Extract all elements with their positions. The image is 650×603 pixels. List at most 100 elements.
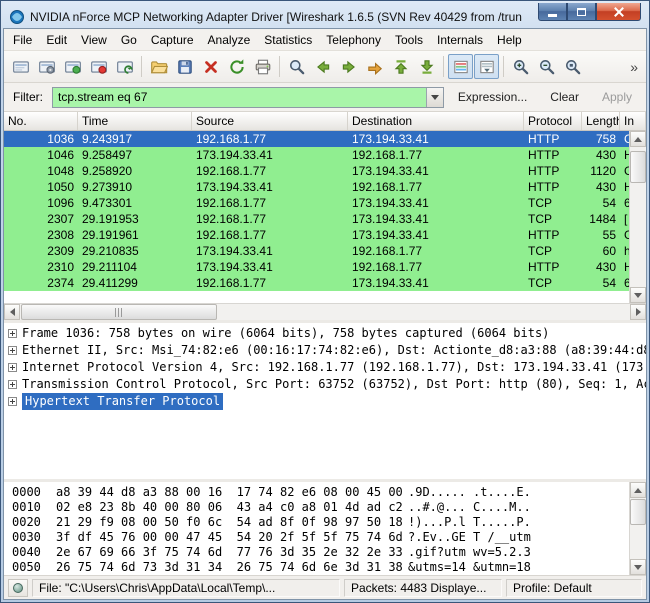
packet-length: 430 — [582, 147, 620, 163]
detail-row-ethernet[interactable]: Ethernet II, Src: Msi_74:82:e6 (00:16:17… — [4, 342, 646, 359]
maximize-icon — [577, 8, 586, 16]
zoom-in-icon — [512, 58, 530, 76]
print-button[interactable] — [250, 54, 275, 79]
menu-telephony[interactable]: Telephony — [319, 30, 388, 50]
menu-tools[interactable]: Tools — [388, 30, 430, 50]
menu-help[interactable]: Help — [490, 30, 529, 50]
zoom-out-button[interactable] — [534, 54, 559, 79]
detail-text: Transmission Control Protocol, Src Port:… — [22, 376, 646, 393]
wireshark-window: NVIDIA nForce MCP Networking Adapter Dri… — [0, 0, 650, 603]
filter-input[interactable] — [53, 88, 426, 107]
save-file-button[interactable] — [172, 54, 197, 79]
status-profile[interactable]: Profile: Default — [506, 579, 642, 597]
app-frame: File Edit View Go Capture Analyze Statis… — [3, 28, 647, 600]
packet-row[interactable]: 1050 9.273910 173.194.33.41 192.168.1.77… — [4, 179, 646, 195]
detail-row-http[interactable]: Hypertext Transfer Protocol — [4, 393, 646, 410]
packet-row[interactable]: 1048 9.258920 192.168.1.77 173.194.33.41… — [4, 163, 646, 179]
zoom-normal-button[interactable] — [560, 54, 585, 79]
clear-button[interactable]: Clear — [541, 87, 588, 107]
column-header-length[interactable]: Length — [582, 112, 620, 130]
column-header-source[interactable]: Source — [192, 112, 348, 130]
menu-view[interactable]: View — [74, 30, 114, 50]
column-header-no[interactable]: No. — [4, 112, 78, 130]
column-header-protocol[interactable]: Protocol — [524, 112, 582, 130]
vscroll-thumb[interactable] — [630, 151, 646, 183]
expression-button[interactable]: Expression... — [449, 87, 536, 107]
hex-bytes: a8 39 44 d8 a3 88 00 16 17 74 82 e6 08 0… — [56, 485, 408, 500]
autoscroll-toggle-button[interactable] — [474, 54, 499, 79]
packet-time: 9.473301 — [78, 195, 192, 211]
go-to-packet-button[interactable] — [362, 54, 387, 79]
hscroll-thumb[interactable] — [21, 304, 217, 320]
detail-row-ip[interactable]: Internet Protocol Version 4, Src: 192.16… — [4, 359, 646, 376]
capture-stop-button[interactable] — [86, 54, 111, 79]
packet-row[interactable]: 2374 29.411299 192.168.1.77 173.194.33.4… — [4, 275, 646, 291]
apply-button[interactable]: Apply — [593, 87, 641, 107]
scroll-up-button[interactable] — [630, 131, 646, 147]
find-packet-button[interactable] — [284, 54, 309, 79]
open-file-button[interactable] — [146, 54, 171, 79]
packet-row[interactable]: 2308 29.191961 192.168.1.77 173.194.33.4… — [4, 227, 646, 243]
expand-plus-icon[interactable] — [8, 346, 17, 355]
expand-plus-icon[interactable] — [8, 363, 17, 372]
filter-label-button[interactable]: Filter: — [9, 88, 47, 106]
menu-edit[interactable]: Edit — [39, 30, 74, 50]
packet-protocol: TCP — [524, 243, 582, 259]
go-to-top-button[interactable] — [388, 54, 413, 79]
menu-capture[interactable]: Capture — [144, 30, 201, 50]
packet-row[interactable]: 2310 29.211104 173.194.33.41 192.168.1.7… — [4, 259, 646, 275]
menu-statistics[interactable]: Statistics — [257, 30, 319, 50]
packet-length: 55 — [582, 227, 620, 243]
menu-go[interactable]: Go — [114, 30, 144, 50]
minimize-button[interactable] — [538, 3, 567, 21]
detail-text: Frame 1036: 758 bytes on wire (6064 bits… — [22, 325, 549, 342]
packet-row[interactable]: 1096 9.473301 192.168.1.77 173.194.33.41… — [4, 195, 646, 211]
column-header-time[interactable]: Time — [78, 112, 192, 130]
capture-start-button[interactable] — [60, 54, 85, 79]
hex-offset: 0000 — [12, 485, 56, 500]
column-header-destination[interactable]: Destination — [348, 112, 524, 130]
detail-text-selected: Hypertext Transfer Protocol — [22, 393, 223, 410]
expand-plus-icon[interactable] — [8, 380, 17, 389]
packet-row[interactable]: 1046 9.258497 173.194.33.41 192.168.1.77… — [4, 147, 646, 163]
menu-file[interactable]: File — [6, 30, 39, 50]
close-file-button[interactable] — [198, 54, 223, 79]
expand-plus-icon[interactable] — [8, 329, 17, 338]
scroll-left-button[interactable] — [4, 304, 20, 320]
go-to-bottom-button[interactable] — [414, 54, 439, 79]
packet-list-header: No. Time Source Destination Protocol Len… — [4, 112, 646, 131]
packet-row[interactable]: 2307 29.191953 192.168.1.77 173.194.33.4… — [4, 211, 646, 227]
expand-plus-icon[interactable] — [8, 397, 17, 406]
scroll-down-button[interactable] — [630, 559, 646, 575]
go-back-button[interactable] — [310, 54, 335, 79]
close-button[interactable] — [596, 3, 641, 21]
capture-options-button[interactable] — [34, 54, 59, 79]
toolbar-overflow-chevron[interactable]: » — [626, 59, 642, 75]
capture-restart-button[interactable] — [112, 54, 137, 79]
scroll-up-button[interactable] — [630, 482, 646, 498]
reload-button[interactable] — [224, 54, 249, 79]
hex-vscrollbar[interactable] — [629, 482, 646, 575]
packet-length: 1120 — [582, 163, 620, 179]
zoom-in-button[interactable] — [508, 54, 533, 79]
packet-list-hscrollbar[interactable] — [4, 303, 646, 320]
expert-info-led-icon — [13, 583, 23, 593]
column-header-info[interactable]: In — [620, 112, 646, 130]
packet-row[interactable]: 2309 29.210835 173.194.33.41 192.168.1.7… — [4, 243, 646, 259]
hex-vscroll-thumb[interactable] — [630, 499, 646, 525]
packet-list-vscrollbar[interactable] — [629, 131, 646, 303]
go-forward-button[interactable] — [336, 54, 361, 79]
menu-analyze[interactable]: Analyze — [201, 30, 258, 50]
detail-row-tcp[interactable]: Transmission Control Protocol, Src Port:… — [4, 376, 646, 393]
list-interfaces-button[interactable] — [8, 54, 33, 79]
menu-internals[interactable]: Internals — [430, 30, 490, 50]
maximize-button[interactable] — [567, 3, 596, 21]
hex-dump-pane[interactable]: 0000 a8 39 44 d8 a3 88 00 16 17 74 82 e6… — [4, 482, 646, 575]
packet-row[interactable]: 1036 9.243917 192.168.1.77 173.194.33.41… — [4, 131, 646, 147]
expert-info-button[interactable] — [8, 579, 28, 597]
scroll-right-button[interactable] — [630, 304, 646, 320]
detail-row-frame[interactable]: Frame 1036: 758 bytes on wire (6064 bits… — [4, 325, 646, 342]
scroll-down-button[interactable] — [630, 287, 646, 303]
colorize-toggle-button[interactable] — [448, 54, 473, 79]
filter-dropdown-button[interactable] — [426, 88, 443, 107]
